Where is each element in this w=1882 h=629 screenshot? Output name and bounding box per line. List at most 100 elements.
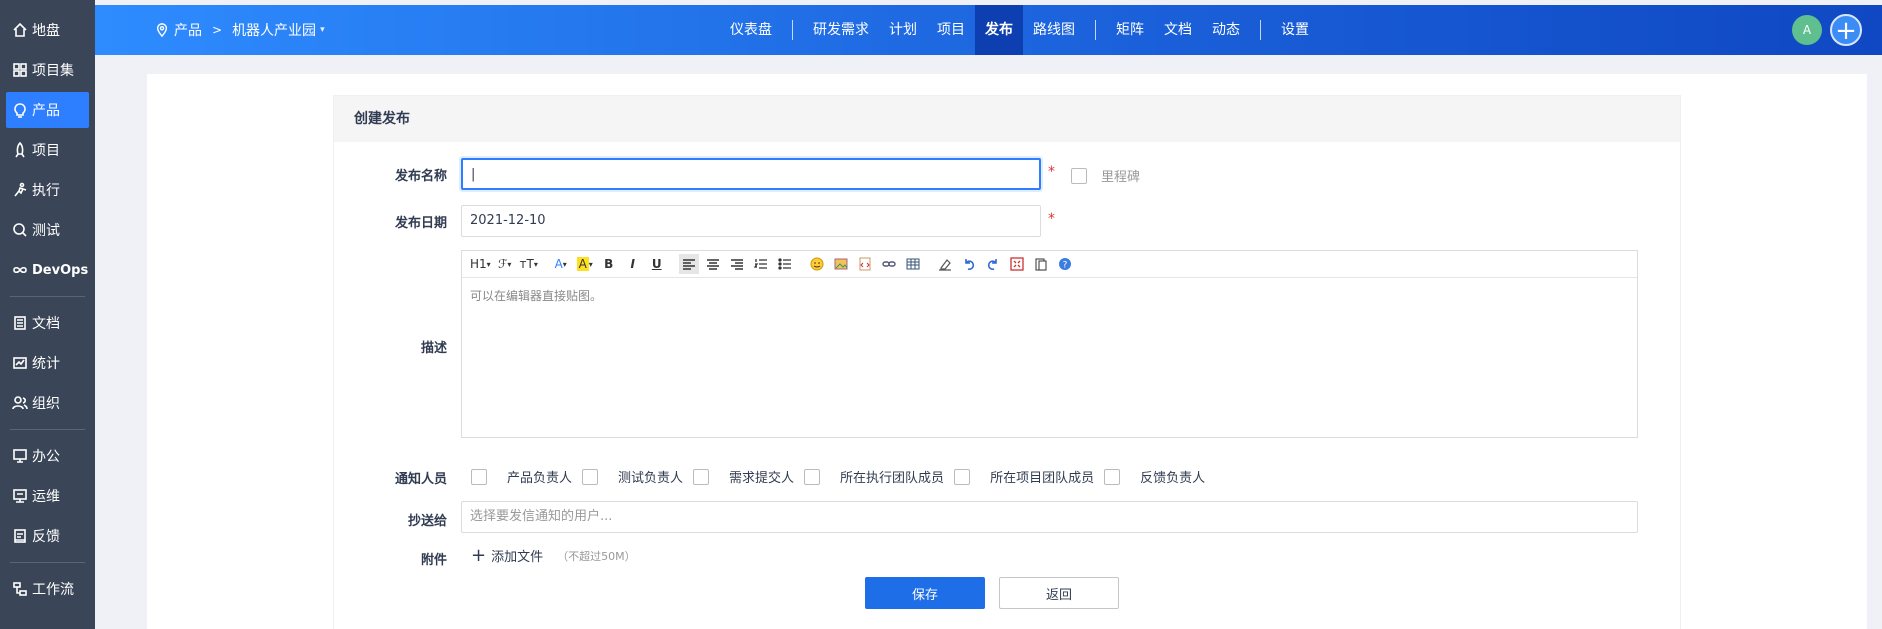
cc-user-select[interactable]: 选择要发信通知的用户... [461, 501, 1638, 533]
sidebar-item-label: 地盘 [32, 23, 60, 39]
required-mark: * [1048, 164, 1055, 180]
sidebar-item-feedback[interactable]: 反馈 [6, 518, 89, 554]
editor-body[interactable]: 可以在编辑器直接贴图。 [462, 278, 1637, 313]
ordered-list-icon[interactable] [751, 254, 771, 274]
sidebar-item-project[interactable]: 项目 [6, 132, 89, 168]
milestone-checkbox[interactable] [1071, 167, 1087, 184]
undo-icon[interactable] [959, 254, 979, 274]
sidebar-item-doc[interactable]: 文档 [6, 305, 89, 341]
sidebar-item-program[interactable]: 项目集 [6, 52, 89, 88]
font-size-button[interactable]: ᴛT ▾ [519, 254, 539, 274]
breadcrumb: 产品 > 机器人产业园 ▾ [155, 5, 325, 55]
plus-icon[interactable]: + [471, 545, 486, 566]
notify-checkbox[interactable] [954, 468, 971, 485]
notify-checkbox[interactable] [582, 468, 599, 485]
notify-option-label: 反馈负责人 [1140, 471, 1206, 486]
notify-option-label: 测试负责人 [618, 471, 684, 486]
bold-button[interactable]: B [599, 254, 619, 274]
sidebar: 地盘 项目集 产品 项目 执行 测试 DevOps 文档 统计 组织 办公 运维… [0, 0, 95, 629]
notify-option[interactable]: 所在执行团队成员 [804, 467, 944, 486]
save-button[interactable]: 保存 [865, 577, 985, 609]
release-date-input[interactable]: 2021-12-10 [461, 205, 1041, 237]
font-color-button[interactable]: A ▾ [551, 254, 571, 274]
release-name-input[interactable]: | [461, 158, 1041, 190]
chevron-down-icon[interactable]: ▾ [320, 25, 325, 35]
cc-placeholder: 选择要发信通知的用户... [470, 509, 613, 524]
description-label: 描述 [420, 341, 447, 356]
eraser-icon[interactable] [935, 254, 955, 274]
sidebar-item-execution[interactable]: 执行 [6, 172, 89, 208]
rocket-icon [12, 142, 28, 158]
document-icon [12, 315, 28, 331]
notify-option[interactable]: 测试负责人 [582, 467, 683, 486]
redo-icon[interactable] [983, 254, 1003, 274]
sidebar-item-label: 项目集 [32, 63, 74, 79]
code-icon[interactable] [855, 254, 875, 274]
notify-option[interactable]: 所在项目团队成员 [954, 467, 1094, 486]
sidebar-item-label: DevOps [32, 262, 89, 278]
image-icon[interactable] [831, 254, 851, 274]
underline-button[interactable]: U [647, 254, 667, 274]
nav-activity[interactable]: 动态 [1202, 5, 1250, 55]
notify-option[interactable]: 产品负责人 [471, 467, 572, 486]
notify-option-label: 产品负责人 [507, 471, 573, 486]
nav-settings[interactable]: 设置 [1271, 5, 1319, 55]
align-left-icon[interactable] [678, 254, 699, 274]
align-center-icon[interactable] [703, 254, 723, 274]
heading-button[interactable]: H1 ▾ [470, 254, 491, 274]
required-mark: * [1048, 211, 1055, 227]
fullscreen-icon[interactable] [1007, 254, 1027, 274]
file-size-note: （不超过50M） [557, 549, 636, 563]
paste-icon[interactable] [1031, 254, 1051, 274]
table-icon[interactable] [903, 254, 923, 274]
sidebar-item-office[interactable]: 办公 [6, 438, 89, 474]
nav-roadmap[interactable]: 路线图 [1023, 5, 1085, 55]
notify-option[interactable]: 反馈负责人 [1104, 467, 1205, 486]
sidebar-item-label: 工作流 [32, 582, 74, 598]
nav-doc[interactable]: 文档 [1154, 5, 1202, 55]
nav-matrix[interactable]: 矩阵 [1106, 5, 1154, 55]
sidebar-item-ops[interactable]: 运维 [6, 478, 89, 514]
help-icon[interactable]: ? [1055, 254, 1075, 274]
background-color-button[interactable]: A ▾ [575, 254, 595, 274]
sidebar-item-label: 执行 [32, 183, 60, 199]
nav-divider [792, 20, 793, 40]
sidebar-item-devops[interactable]: DevOps [6, 252, 89, 288]
notify-label: 通知人员 [394, 472, 447, 487]
font-family-button[interactable]: ℱ ▾ [495, 254, 515, 274]
sidebar-divider [10, 562, 85, 563]
add-file-group: + 添加文件 （不超过50M） [471, 545, 636, 566]
nav-requirements[interactable]: 研发需求 [803, 5, 879, 55]
milestone-checkbox-group: 里程碑 [1071, 166, 1140, 185]
avatar[interactable]: A [1792, 15, 1822, 45]
notify-checkbox[interactable] [804, 468, 821, 485]
align-right-icon[interactable] [727, 254, 747, 274]
notify-checkbox[interactable] [471, 468, 487, 485]
grid-icon [12, 62, 28, 78]
create-plus-button[interactable]: + [1830, 14, 1862, 46]
release-name-row: 发布名称 | * 里程碑 [334, 158, 1682, 190]
sidebar-item-test[interactable]: 测试 [6, 212, 89, 248]
italic-button[interactable]: I [623, 254, 643, 274]
notify-checkbox[interactable] [693, 468, 710, 485]
nav-project[interactable]: 项目 [927, 5, 975, 55]
add-file-link[interactable]: 添加文件 [491, 546, 543, 565]
bullet-list-icon[interactable] [775, 254, 795, 274]
sidebar-item-org[interactable]: 组织 [6, 385, 89, 421]
link-icon[interactable] [879, 254, 899, 274]
notify-checkbox[interactable] [1104, 468, 1121, 485]
nav-dashboard[interactable]: 仪表盘 [720, 5, 782, 55]
release-name-label: 发布名称 [394, 168, 447, 184]
sidebar-item-workflow[interactable]: 工作流 [6, 571, 89, 607]
sidebar-item-product[interactable]: 产品 [6, 92, 89, 128]
back-button[interactable]: 返回 [999, 577, 1119, 609]
top-header: 产品 > 机器人产业园 ▾ 仪表盘 研发需求 计划 项目 发布 路线图 矩阵 文… [95, 5, 1882, 55]
emoji-icon[interactable] [807, 254, 827, 274]
notify-option[interactable]: 需求提交人 [693, 467, 794, 486]
sidebar-item-stats[interactable]: 统计 [6, 345, 89, 381]
sidebar-item-dashboard[interactable]: 地盘 [6, 12, 89, 48]
nav-plan[interactable]: 计划 [879, 5, 927, 55]
nav-release[interactable]: 发布 [975, 5, 1023, 55]
breadcrumb-current[interactable]: 机器人产业园 [232, 20, 316, 40]
breadcrumb-root[interactable]: 产品 [174, 20, 202, 40]
